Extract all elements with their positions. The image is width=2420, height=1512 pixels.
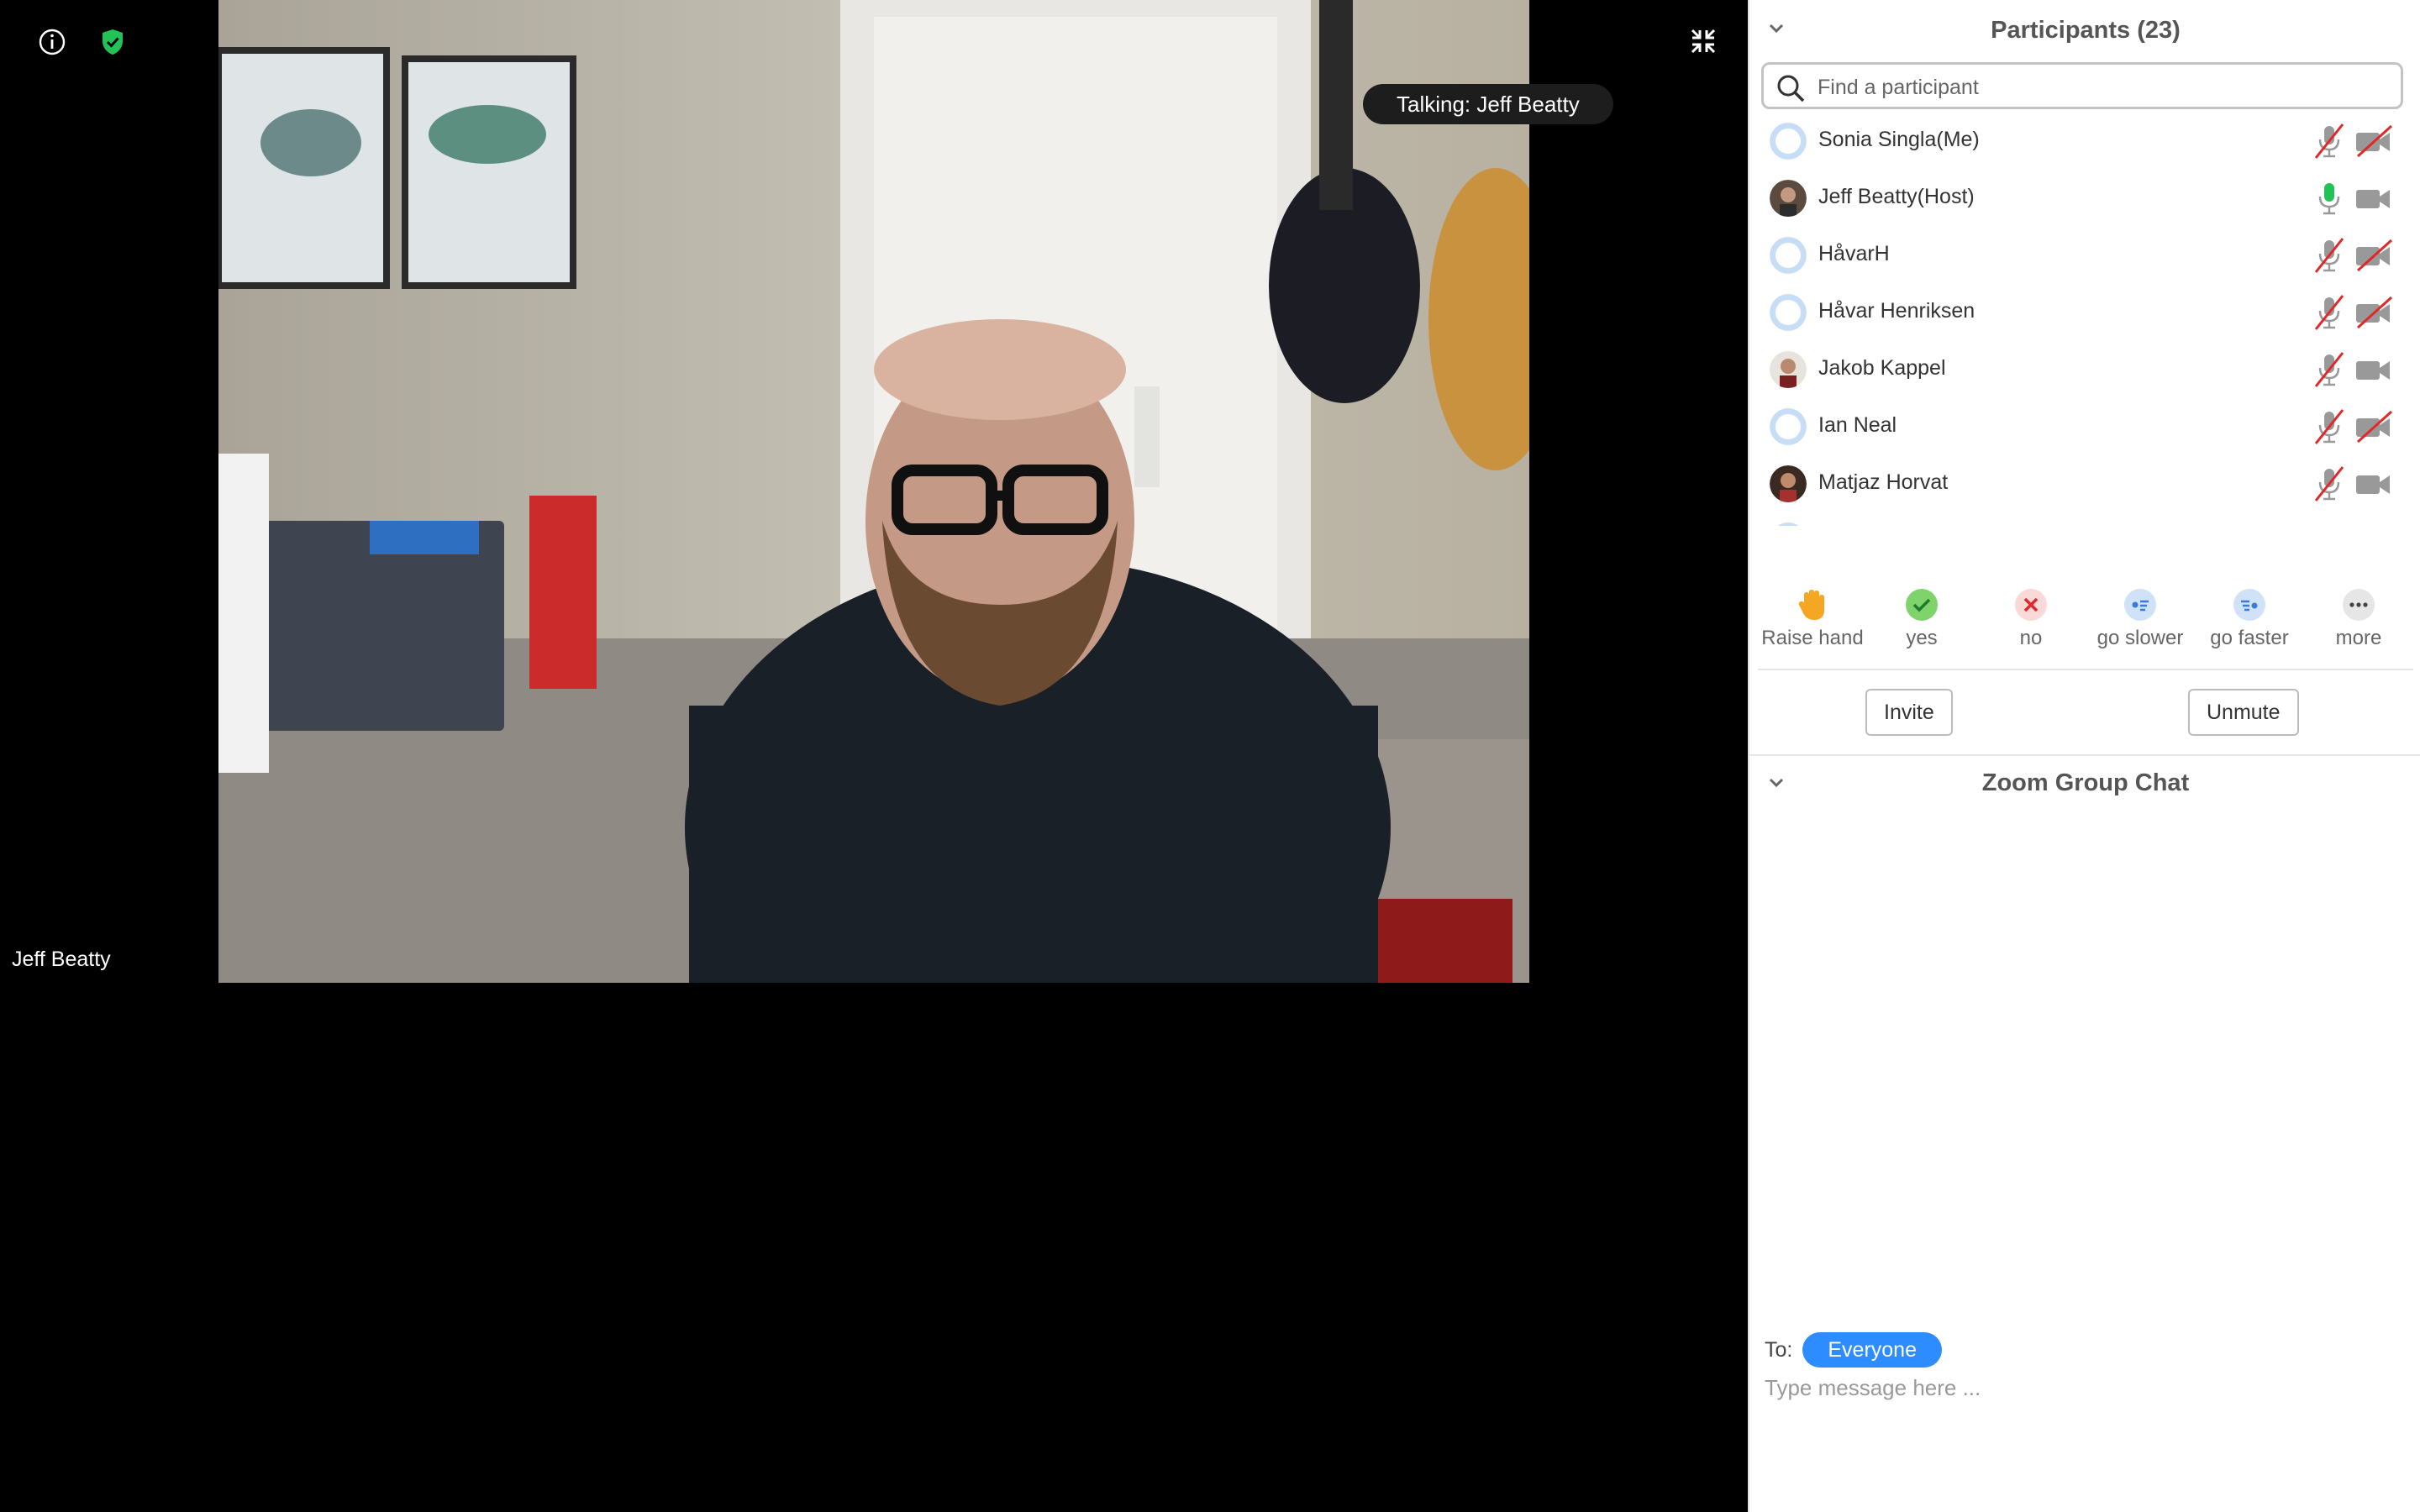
mic-muted-icon[interactable]: [2312, 351, 2346, 392]
avatar: [1770, 351, 1807, 388]
participant-name: Jeff Beatty(Host): [1818, 185, 1975, 208]
to-label: To:: [1765, 1337, 1793, 1362]
participant-name: HåvarH: [1818, 242, 1890, 265]
talking-indicator: Talking: Jeff Beatty: [1363, 84, 1613, 124]
invite-button[interactable]: Invite: [1865, 689, 1953, 736]
go-slower-icon: [2123, 588, 2157, 622]
video-off-icon[interactable]: [2354, 239, 2393, 276]
participant-name: Sonia Singla(Me): [1818, 128, 1980, 151]
reaction-label: more: [2335, 627, 2382, 649]
video-on-icon[interactable]: [2354, 467, 2393, 505]
yes-button[interactable]: yes: [1867, 588, 1976, 650]
more-button[interactable]: more: [2304, 588, 2413, 650]
go-faster-icon: [2233, 588, 2266, 622]
video-off-icon[interactable]: [2354, 296, 2393, 333]
more-icon: [2342, 588, 2375, 622]
encryption-shield-icon[interactable]: [94, 24, 131, 60]
chat-recipient-row: To: Everyone: [1765, 1332, 1942, 1368]
reaction-label: go faster: [2210, 627, 2289, 649]
participant-list: Sonia Singla(Me) Jeff Beatty(Host) Håvar…: [1749, 113, 2420, 526]
video-on-icon[interactable]: [2354, 181, 2393, 219]
participant-row[interactable]: Matjaz Horvat: [1749, 455, 2420, 512]
participant-name: Ian Neal: [1818, 413, 1897, 437]
exit-fullscreen-icon[interactable]: [1689, 27, 1718, 55]
video-off-icon[interactable]: [2354, 124, 2393, 162]
mic-on-icon[interactable]: [2312, 180, 2346, 221]
check-icon: [1905, 588, 1939, 622]
video-area: Talking: Jeff Beatty Jeff Beatty: [0, 0, 1748, 1512]
participant-row[interactable]: Jakob Kappel: [1749, 341, 2420, 398]
unmute-button[interactable]: Unmute: [2188, 689, 2299, 736]
default-avatar-icon: [1770, 522, 1807, 526]
mic-muted-icon[interactable]: [2312, 123, 2346, 164]
mic-muted-icon[interactable]: [2312, 408, 2346, 449]
default-avatar-icon: [1770, 408, 1807, 445]
reaction-label: go slower: [2096, 627, 2184, 649]
default-avatar-icon: [1770, 237, 1807, 274]
participant-name: Jakob Kappel: [1818, 356, 1946, 380]
speaker-name-label: Jeff Beatty: [12, 948, 111, 971]
recipient-dropdown[interactable]: Everyone: [1802, 1332, 1942, 1368]
participant-row[interactable]: Ian Neal: [1749, 398, 2420, 455]
top-left-icons: [34, 24, 131, 60]
go-slower-button[interactable]: go slower: [2086, 588, 2195, 650]
participant-search[interactable]: [1761, 62, 2403, 109]
search-icon: [1777, 75, 1805, 102]
no-button[interactable]: no: [1976, 588, 2086, 650]
participant-row[interactable]: Jeff Beatty(Host): [1749, 170, 2420, 227]
raise-hand-button[interactable]: Raise hand: [1758, 588, 1867, 650]
side-panel: Participants (23) Sonia Singla(Me) Jeff …: [1748, 0, 2420, 1512]
go-faster-button[interactable]: go faster: [2195, 588, 2304, 650]
raise-hand-icon: [1796, 588, 1829, 622]
reactions-bar: Raise hand yes no go slower go faster mo…: [1749, 588, 2420, 664]
participant-row[interactable]: Håvar Henriksen: [1749, 284, 2420, 341]
divider: [1758, 669, 2413, 670]
reaction-label: yes: [1906, 627, 1938, 649]
mic-muted-icon[interactable]: [2312, 294, 2346, 335]
participant-row[interactable]: Sonia Singla(Me): [1749, 113, 2420, 170]
mic-muted-icon[interactable]: [2312, 237, 2346, 278]
chat-header: Zoom Group Chat: [1749, 756, 2420, 815]
info-icon[interactable]: [34, 24, 71, 60]
chat-title: Zoom Group Chat: [1981, 769, 2190, 796]
participants-header: Participants (23): [1749, 0, 2420, 64]
reaction-label: no: [2019, 627, 2043, 649]
avatar: [1770, 180, 1807, 217]
participant-name: Matjaz Horvat: [1818, 470, 1949, 494]
participant-row[interactable]: [1749, 512, 2420, 526]
video-on-icon[interactable]: [2354, 353, 2393, 391]
avatar: [1770, 465, 1807, 502]
participant-name: Håvar Henriksen: [1818, 299, 1975, 323]
mic-muted-icon[interactable]: [2312, 465, 2346, 507]
participant-row[interactable]: HåvarH: [1749, 227, 2420, 284]
reaction-label: Raise hand: [1761, 627, 1864, 649]
speaker-video: [218, 0, 1529, 983]
x-icon: [2014, 588, 2048, 622]
video-off-icon[interactable]: [2354, 410, 2393, 448]
default-avatar-icon: [1770, 123, 1807, 160]
participants-title: Participants (23): [1991, 17, 2181, 44]
chat-message-input[interactable]: [1765, 1371, 2403, 1404]
participant-search-input[interactable]: [1816, 71, 2391, 103]
default-avatar-icon: [1770, 294, 1807, 331]
